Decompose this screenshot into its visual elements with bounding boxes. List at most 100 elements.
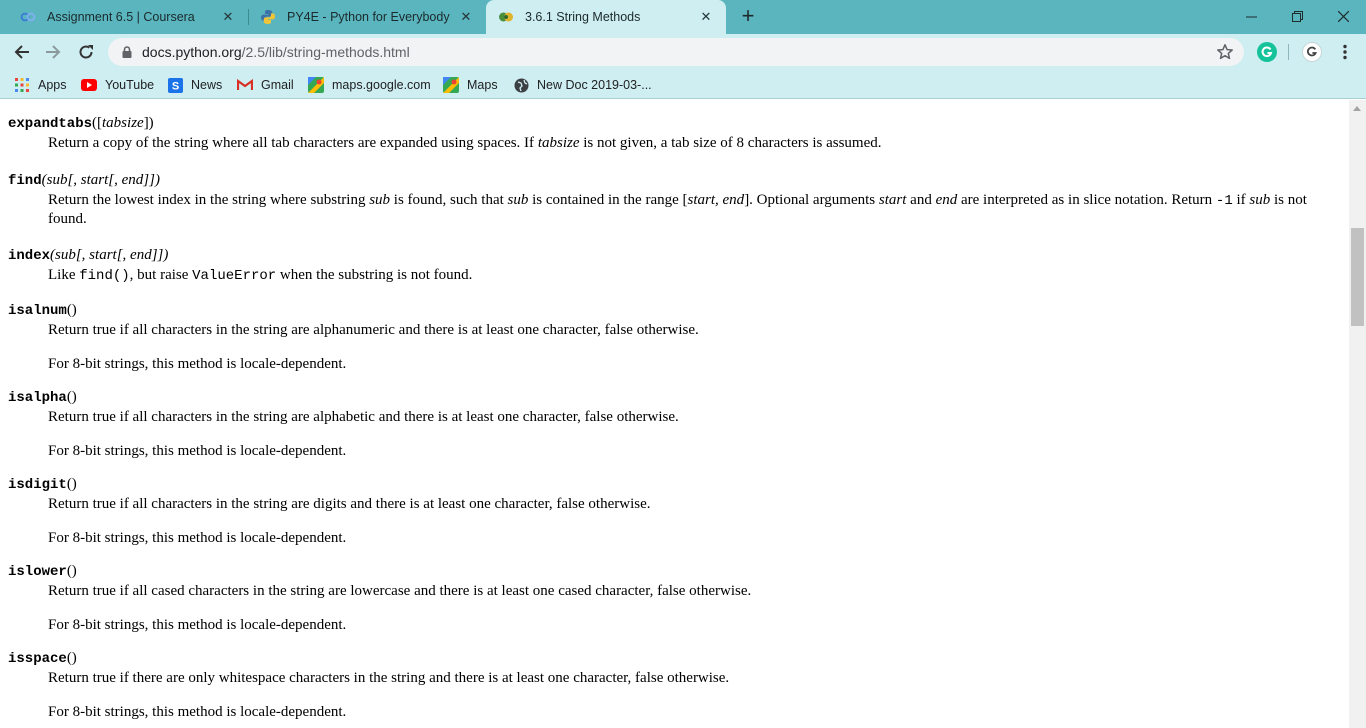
news-icon: S <box>167 77 183 93</box>
method-description: Return true if all cased characters in t… <box>48 582 1338 634</box>
youtube-icon <box>81 77 97 93</box>
method-params: (sub[, start[, end]]) <box>50 247 169 263</box>
bookmark-label: YouTube <box>105 78 155 92</box>
method-params: (sub[, start[, end]]) <box>41 172 160 188</box>
forward-arrow-icon <box>46 45 61 59</box>
close-icon[interactable]: ✕ <box>698 9 714 25</box>
scroll-up-arrow-icon[interactable] <box>1353 106 1361 111</box>
apps-grid-icon <box>14 77 30 93</box>
bookmark-new-doc[interactable]: New Doc 2019-03-... <box>513 75 652 95</box>
browser-menu-button[interactable] <box>1332 39 1358 65</box>
close-icon[interactable]: ✕ <box>220 9 236 25</box>
method-description: Return true if all characters in the str… <box>48 495 1338 547</box>
bookmark-label: Apps <box>38 78 67 92</box>
find-link[interactable]: find() <box>79 268 129 284</box>
minimize-button[interactable] <box>1228 0 1274 32</box>
method-entry-isspace: isspace() Return true if there are only … <box>8 649 1338 721</box>
method-signature: find(sub[, start[, end]]) <box>8 171 1338 191</box>
back-arrow-icon <box>14 45 29 59</box>
bookmark-label: New Doc 2019-03-... <box>537 78 652 92</box>
reload-icon <box>79 45 93 59</box>
method-entry-expandtabs: expandtabs([tabsize]) Return a copy of t… <box>8 114 1338 152</box>
bookmark-label: maps.google.com <box>332 78 431 92</box>
bookmark-apps[interactable]: Apps <box>14 75 67 95</box>
bookmark-gmail[interactable]: Gmail <box>237 75 294 95</box>
new-tab-button[interactable]: + <box>736 5 760 29</box>
maps-icon <box>443 77 459 93</box>
grammarly-extension-icon[interactable] <box>1257 42 1277 62</box>
tab-py4e[interactable]: PY4E - Python for Everybody ✕ <box>248 0 486 34</box>
bookmark-label: Maps <box>467 78 498 92</box>
bookmark-star-icon[interactable] <box>1216 43 1234 61</box>
toolbar-separator <box>1288 44 1289 60</box>
tab-title: 3.6.1 String Methods <box>525 10 641 24</box>
locale-note: For 8-bit strings, this method is locale… <box>48 704 347 720</box>
method-name: islower <box>8 564 67 580</box>
globe-icon <box>513 77 529 93</box>
tab-title: PY4E - Python for Everybody <box>287 10 450 24</box>
locale-note: For 8-bit strings, this method is locale… <box>48 356 347 372</box>
method-description: Return the lowest index in the string wh… <box>48 192 1307 227</box>
method-description: Return true if all characters in the str… <box>48 321 1338 373</box>
url-host: docs.python.org <box>142 44 242 60</box>
method-entry-index: index(sub[, start[, end]]) Like find(), … <box>8 246 1338 285</box>
method-name: isdigit <box>8 477 67 493</box>
restore-button[interactable] <box>1274 0 1320 32</box>
method-signature: index(sub[, start[, end]]) <box>8 246 1338 266</box>
method-description: Return a copy of the string where all ta… <box>48 135 882 151</box>
back-button[interactable] <box>9 39 35 65</box>
bookmark-label: Gmail <box>261 78 294 92</box>
bookmark-maps[interactable]: Maps <box>443 75 498 95</box>
bookmark-maps-google[interactable]: maps.google.com <box>308 75 431 95</box>
close-icon[interactable]: ✕ <box>458 9 474 25</box>
method-name: isalnum <box>8 303 67 319</box>
reload-button[interactable] <box>73 39 99 65</box>
locale-note: For 8-bit strings, this method is locale… <box>48 530 347 546</box>
method-entry-find: find(sub[, start[, end]]) Return the low… <box>8 171 1338 228</box>
method-name: isspace <box>8 651 67 667</box>
method-description: Like find(), but raise ValueError when t… <box>48 267 473 284</box>
method-name: find <box>8 173 42 189</box>
method-signature: islower() <box>8 563 77 580</box>
svg-text:S: S <box>171 80 178 92</box>
tab-strip: Assignment 6.5 | Coursera ✕ PY4E - Pytho… <box>0 0 1366 34</box>
close-window-button[interactable] <box>1320 0 1366 32</box>
more-vert-icon <box>1343 44 1347 60</box>
scrollbar-thumb[interactable] <box>1351 228 1364 326</box>
coursera-icon <box>20 9 36 25</box>
method-entry-islower: islower() Return true if all cased chara… <box>8 562 1338 634</box>
python-icon <box>260 9 276 25</box>
vertical-scrollbar[interactable] <box>1349 100 1366 728</box>
method-entry-isalpha: isalpha() Return true if all characters … <box>8 388 1338 460</box>
python-docs-icon <box>498 9 514 25</box>
maps-icon <box>308 77 324 93</box>
tab-string-methods[interactable]: 3.6.1 String Methods ✕ <box>486 0 726 34</box>
toolbar: docs.python.org/2.5/lib/string-methods.h… <box>0 34 1366 70</box>
method-signature: isdigit() <box>8 476 77 493</box>
bookmark-youtube[interactable]: YouTube <box>81 75 154 95</box>
address-bar[interactable]: docs.python.org/2.5/lib/string-methods.h… <box>108 38 1244 66</box>
method-entry-isalnum: isalnum() Return true if all characters … <box>8 301 1338 373</box>
url-text[interactable]: docs.python.org/2.5/lib/string-methods.h… <box>142 44 410 60</box>
profile-avatar-icon[interactable] <box>1302 42 1322 62</box>
tab-title: Assignment 6.5 | Coursera <box>47 10 195 24</box>
locale-note: For 8-bit strings, this method is locale… <box>48 617 347 633</box>
method-entry-isdigit: isdigit() Return true if all characters … <box>8 475 1338 547</box>
method-name: isalpha <box>8 390 67 406</box>
bookmark-news[interactable]: S News <box>167 75 222 95</box>
bookmark-label: News <box>191 78 223 92</box>
tab-coursera[interactable]: Assignment 6.5 | Coursera ✕ <box>8 0 248 34</box>
method-description: Return true if there are only whitespace… <box>48 669 1338 721</box>
locale-note: For 8-bit strings, this method is locale… <box>48 443 347 459</box>
forward-button[interactable] <box>40 39 66 65</box>
method-signature: isalpha() <box>8 389 77 406</box>
page-content: expandtabs([tabsize]) Return a copy of t… <box>0 104 1349 728</box>
method-name: expandtabs <box>8 116 93 132</box>
method-description: Return true if all characters in the str… <box>48 408 1338 460</box>
method-signature: isalnum() <box>8 302 77 319</box>
lock-icon[interactable] <box>120 45 134 59</box>
method-name: index <box>8 248 51 264</box>
bookmarks-bar: Apps YouTube S News Gmail maps.google.co… <box>0 70 1366 99</box>
url-path: /2.5/lib/string-methods.html <box>241 44 410 60</box>
method-signature: expandtabs([tabsize]) <box>8 115 154 132</box>
